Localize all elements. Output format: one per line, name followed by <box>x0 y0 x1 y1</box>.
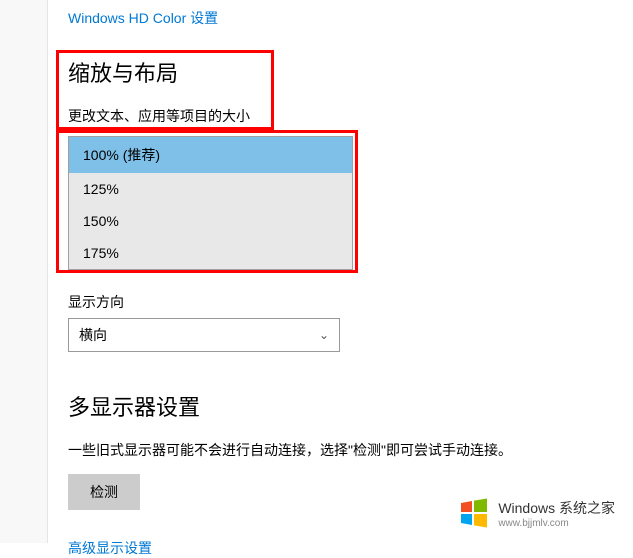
watermark-url: www.bjjmlv.com <box>498 518 615 529</box>
multi-monitor-title: 多显示器设置 <box>68 390 633 422</box>
watermark-title: Windows 系统之家 <box>498 498 615 518</box>
windows-logo-icon <box>458 497 490 529</box>
orientation-select[interactable]: 横向 ⌄ <box>68 318 340 352</box>
scale-dropdown[interactable]: 100% (推荐) 125% 150% 175% <box>68 136 353 270</box>
detect-button[interactable]: 检测 <box>68 474 140 510</box>
chevron-down-icon: ⌄ <box>319 328 329 342</box>
hd-color-settings-link[interactable]: Windows HD Color 设置 <box>68 8 218 28</box>
watermark: Windows 系统之家 www.bjjmlv.com <box>458 497 615 529</box>
orientation-label: 显示方向 <box>68 292 633 312</box>
scale-option-125[interactable]: 125% <box>69 173 352 205</box>
scale-subtitle: 更改文本、应用等项目的大小 <box>68 106 633 126</box>
multi-monitor-description: 一些旧式显示器可能不会进行自动连接，选择"检测"即可尝试手动连接。 <box>68 440 633 460</box>
advanced-display-settings-link[interactable]: 高级显示设置 <box>68 538 152 558</box>
scale-layout-title: 缩放与布局 <box>68 56 633 88</box>
scale-option-100[interactable]: 100% (推荐) <box>69 137 352 173</box>
scale-option-150[interactable]: 150% <box>69 205 352 237</box>
scale-option-175[interactable]: 175% <box>69 237 352 269</box>
orientation-value: 横向 <box>79 325 107 345</box>
